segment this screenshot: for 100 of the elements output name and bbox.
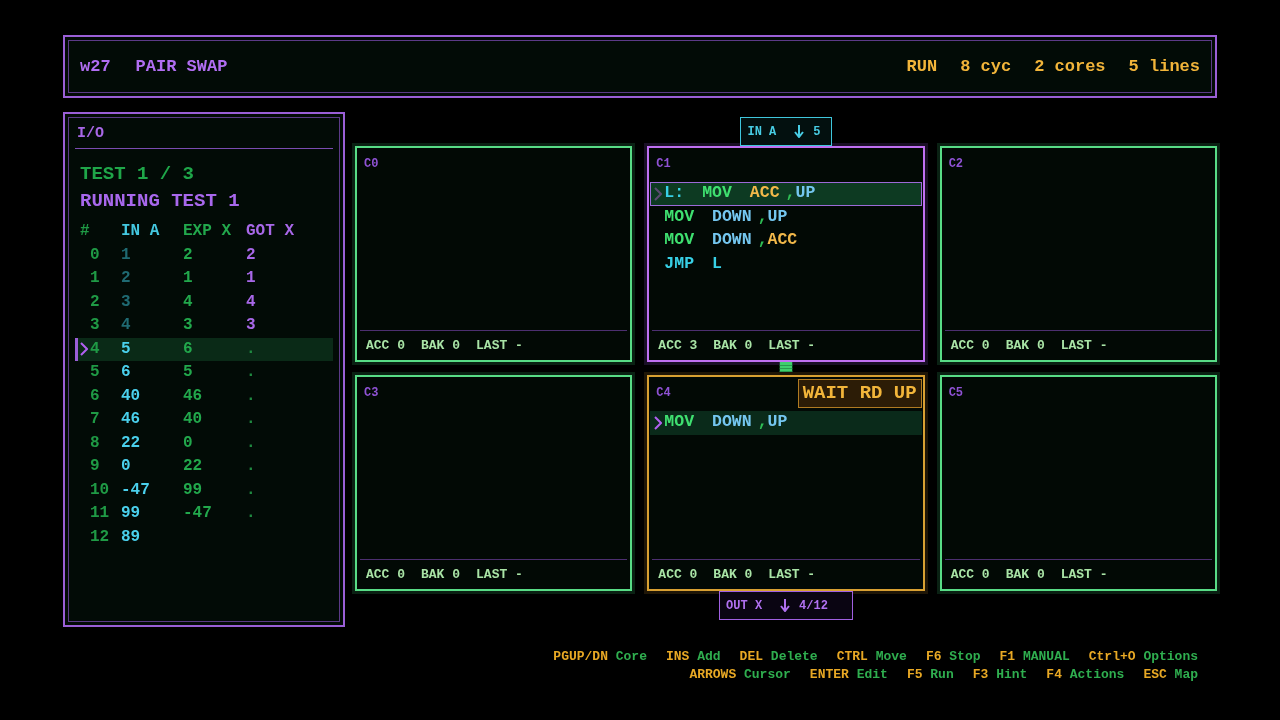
output-value: .: [246, 480, 256, 499]
expected-value: 1: [183, 269, 193, 287]
core-count: 2 cores: [1034, 55, 1106, 78]
column-header: IN A: [121, 222, 160, 240]
core-label: C3: [364, 386, 379, 400]
hotkey-hint: F1 MANUAL: [999, 648, 1070, 666]
code-line[interactable]: MOV DOWN ,UP: [664, 204, 788, 230]
core-panel[interactable]: C0 ACC 0 BAK 0 LAST -: [355, 146, 633, 362]
expected-value: 4: [183, 292, 193, 311]
row-index: 10: [90, 479, 110, 501]
register-readout: BAK 0: [421, 565, 461, 584]
row-index: 4: [90, 338, 100, 360]
line-count: 5 lines: [1128, 55, 1200, 78]
register-readout: LAST -: [768, 336, 816, 355]
row-index: 12: [90, 526, 110, 548]
output-value: .: [246, 457, 256, 475]
input-value: 46: [121, 410, 141, 428]
hotkey-hint: ENTER Edit: [809, 666, 888, 684]
expected-value: -47: [183, 504, 212, 522]
expected-value: 22: [183, 457, 203, 475]
register-readout: ACC 0: [950, 565, 990, 584]
line-pointer-icon: [654, 415, 663, 430]
expected-value: 99: [183, 480, 203, 499]
register-readout: LAST -: [1060, 565, 1108, 584]
input-value: 2: [121, 269, 131, 287]
core-panel[interactable]: C4 WAIT RD UP MOV DOWN ,UP ACC 0 BAK 0 LAST -: [647, 375, 925, 591]
hotkey-hint: F3 Hint: [972, 666, 1028, 684]
hotkey-hint: F5 Run: [906, 666, 954, 684]
core-label: C5: [948, 386, 964, 400]
row-index: 8: [90, 432, 100, 454]
test-status: RUNNING TEST 1: [80, 190, 240, 212]
row-index: 6: [90, 385, 100, 407]
output-value: 1: [246, 269, 256, 287]
hotkey-hint: Ctrl+O Options: [1088, 648, 1198, 666]
port-label: OUT X: [726, 597, 763, 615]
hotkey-hint: INS Add: [666, 648, 721, 666]
arrow-down-icon: [794, 125, 805, 138]
expected-value: 5: [183, 363, 193, 381]
register-readout: BAK 0: [421, 336, 461, 355]
output-value: 4: [246, 292, 256, 311]
hotkey-hint: ESC Map: [1143, 666, 1198, 684]
input-value: 99: [121, 504, 141, 522]
code-line[interactable]: MOV DOWN ,ACC: [664, 228, 798, 254]
column-header: EXP X: [183, 222, 231, 240]
code-line[interactable]: MOV DOWN ,UP: [664, 410, 788, 436]
column-header: GOT X: [246, 222, 294, 240]
input-value: 0: [121, 457, 131, 475]
row-index: 2: [90, 291, 100, 313]
register-readout: ACC 3: [658, 336, 698, 355]
row-index: 3: [90, 315, 100, 336]
output-value: .: [246, 410, 256, 428]
core-label: C2: [948, 157, 964, 171]
row-index: 0: [90, 244, 100, 266]
core-panel[interactable]: C2 ACC 0 BAK 0 LAST -: [939, 146, 1217, 362]
register-readout: BAK 0: [1005, 565, 1045, 584]
code-line[interactable]: L: MOV ACC ,UP: [664, 181, 816, 207]
hotkey-hint: DEL Delete: [739, 648, 818, 666]
input-value: 1: [121, 245, 131, 264]
hotkey-hint: CTRL Move: [836, 648, 907, 666]
core-label: C1: [656, 157, 671, 171]
register-readout: BAK 0: [1005, 336, 1045, 355]
row-index: 5: [90, 362, 100, 383]
output-value: .: [246, 386, 256, 405]
input-value: -47: [121, 480, 150, 499]
code-line[interactable]: JMP L: [664, 251, 722, 277]
register-readout: LAST -: [1060, 336, 1108, 355]
register-readout: BAK 0: [713, 336, 753, 355]
arrow-down-icon: [780, 599, 791, 612]
expected-value: 6: [183, 339, 193, 358]
port-value: 4/12: [799, 597, 828, 615]
row-index: 7: [90, 409, 100, 430]
register-readout: ACC 0: [366, 336, 405, 355]
core-panel[interactable]: C3 ACC 0 BAK 0 LAST -: [355, 375, 633, 591]
output-value: 3: [246, 316, 256, 334]
hotkey-hint: ARROWS Cursor: [689, 666, 791, 684]
expected-value: 0: [183, 433, 193, 452]
output-value: .: [246, 363, 256, 381]
register-readout: ACC 0: [658, 565, 698, 584]
puzzle-number: w27: [80, 55, 111, 78]
port-label: IN A: [747, 123, 777, 141]
hotkey-hint: F6 Stop: [925, 648, 981, 666]
output-value: .: [246, 433, 256, 452]
puzzle-title: PAIR SWAP: [135, 55, 228, 78]
core-panel[interactable]: C5 ACC 0 BAK 0 LAST -: [939, 375, 1217, 591]
output-value: 2: [246, 245, 256, 264]
expected-value: 2: [183, 245, 193, 264]
output-value: .: [246, 339, 256, 358]
input-value: 89: [121, 527, 141, 546]
row-pointer-icon: [80, 342, 88, 357]
core-label: C0: [364, 157, 379, 171]
core-label: C4: [656, 386, 671, 400]
port-value: 5: [813, 123, 821, 141]
row-index: 11: [90, 503, 110, 524]
register-readout: LAST -: [768, 565, 816, 584]
input-value: 3: [121, 292, 131, 311]
hotkey-hint: F4 Actions: [1046, 666, 1125, 684]
test-counter: TEST 1 / 3: [80, 163, 195, 185]
register-readout: BAK 0: [713, 565, 753, 584]
row-index: 1: [90, 268, 100, 289]
line-pointer-icon: [654, 186, 663, 201]
